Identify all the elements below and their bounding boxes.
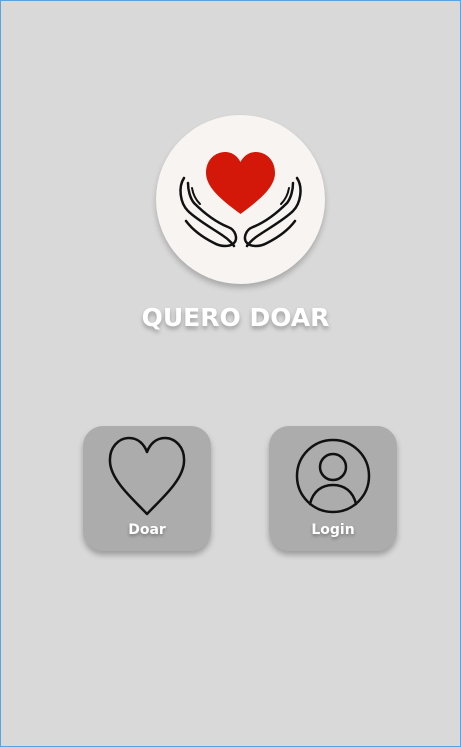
login-button[interactable]: Login bbox=[269, 426, 397, 551]
app-title: QUERO DOAR bbox=[141, 303, 330, 332]
user-circle-icon bbox=[295, 438, 371, 514]
doar-button-label: Doar bbox=[128, 522, 166, 538]
hands-holding-heart-icon bbox=[179, 152, 302, 248]
home-screen: QUERO DOAR Doar Login bbox=[0, 0, 461, 747]
login-button-label: Login bbox=[311, 522, 355, 538]
doar-button[interactable]: Doar bbox=[83, 426, 211, 551]
app-logo bbox=[156, 115, 325, 284]
heart-outline-icon bbox=[108, 436, 186, 516]
